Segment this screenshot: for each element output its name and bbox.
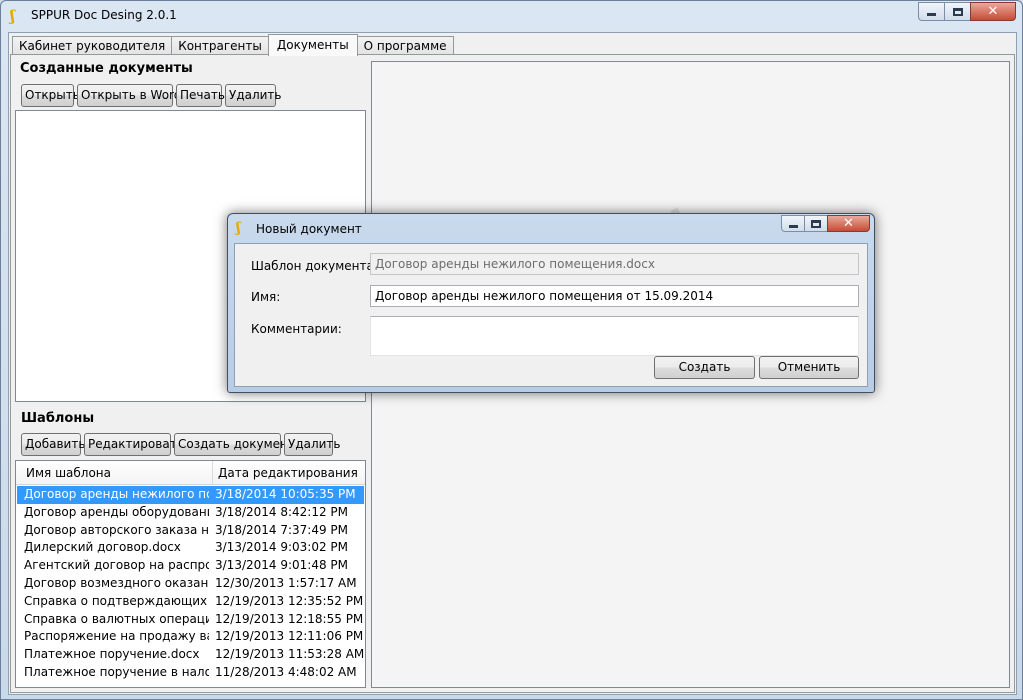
templates-list-header: Имя шаблона Дата редактирования xyxy=(16,461,365,485)
dialog-minimize-button[interactable] xyxy=(781,215,805,232)
open-button[interactable]: Открыть xyxy=(21,84,80,107)
dialog-maximize-button[interactable] xyxy=(804,215,828,232)
create-button[interactable]: Создать xyxy=(654,356,755,379)
table-row[interactable]: Справка о подтверждающих документах.docx… xyxy=(17,593,364,611)
maximize-icon xyxy=(952,7,963,16)
template-label: Шаблон документа: xyxy=(251,259,378,273)
table-row[interactable]: Договор аренды нежилого помещения.docx 3/… xyxy=(17,486,364,504)
table-row[interactable]: Платежное поручение в налоговую.docx 11/2… xyxy=(17,664,364,682)
template-name-cell: Договор аренды оборудования.docx xyxy=(24,504,209,519)
template-date-cell: 12/19/2013 12:18:55 PM xyxy=(215,611,364,626)
open-in-word-button[interactable]: Открыть в Word xyxy=(77,84,181,107)
table-row[interactable]: Договор возмездного оказания услуг.docx 1… xyxy=(17,575,364,593)
template-date-cell: 11/28/2013 4:48:02 AM xyxy=(215,665,357,679)
template-name-cell: Платежное поручение в налоговую.docx xyxy=(24,665,209,679)
window-title: SPPUR Doc Desing 2.0.1 xyxy=(31,8,177,22)
column-header-name[interactable]: Имя шаблона xyxy=(26,466,111,480)
template-field: Договор аренды нежилого помещения.docx xyxy=(370,253,859,275)
window-controls: ✕ xyxy=(918,2,1016,21)
column-separator[interactable] xyxy=(212,461,213,485)
template-date-cell: 12/30/2013 1:57:17 AM xyxy=(215,576,357,590)
create-document-button[interactable]: Создать документ xyxy=(174,433,295,456)
template-name-cell: Договор аренды нежилого помещения.docx xyxy=(24,487,209,501)
close-icon: ✕ xyxy=(843,216,854,231)
table-row[interactable]: Дилерский договор.docx 3/13/2014 9:03:02 … xyxy=(17,539,364,557)
new-document-dialog: ʃ Новый документ ✕ Шаблон документа: Дог… xyxy=(227,213,875,393)
dialog-close-button[interactable]: ✕ xyxy=(827,215,870,232)
template-name-cell: Договор возмездного оказания услуг.docx xyxy=(24,576,209,590)
close-button[interactable]: ✕ xyxy=(970,2,1016,21)
created-documents-title: Созданные документы xyxy=(20,61,193,76)
template-date-cell: 12/19/2013 12:11:06 PM xyxy=(215,629,364,644)
table-row[interactable]: Договор аренды оборудования.docx 3/18/201… xyxy=(17,504,364,522)
minimize-icon xyxy=(927,13,936,16)
maximize-button[interactable] xyxy=(944,2,971,21)
edit-template-button[interactable]: Редактировать xyxy=(84,433,184,456)
tab-manager-cabinet[interactable]: Кабинет руководителя xyxy=(12,36,173,55)
delete-document-button[interactable]: Удалить xyxy=(225,84,282,107)
tab-documents[interactable]: Документы xyxy=(267,34,358,56)
template-date-cell: 3/18/2014 7:37:49 PM xyxy=(215,522,349,537)
template-date-cell: 12/19/2013 12:35:52 PM xyxy=(215,593,364,608)
templates-list[interactable]: Имя шаблона Дата редактирования Договор … xyxy=(15,460,366,688)
dialog-window-controls: ✕ xyxy=(781,215,870,232)
table-row[interactable]: Агентский договор на распространение.doc… xyxy=(17,557,364,575)
close-icon: ✕ xyxy=(987,4,999,19)
tab-strip: Кабинет руководителя Контрагенты Докумен… xyxy=(12,34,454,56)
print-button[interactable]: Печать xyxy=(176,84,225,107)
templates-title: Шаблоны xyxy=(21,411,95,426)
title-bar[interactable]: ʃ SPPUR Doc Desing 2.0.1 ✕ xyxy=(1,1,1022,31)
template-name-cell: Дилерский договор.docx xyxy=(24,540,181,555)
comments-field[interactable] xyxy=(370,316,859,356)
name-label: Имя: xyxy=(251,290,281,304)
app-logo-icon: ʃ xyxy=(236,220,241,236)
template-date-cell: 3/13/2014 9:01:48 PM xyxy=(215,558,349,573)
app-logo-icon: ʃ xyxy=(10,7,15,25)
cancel-button[interactable]: Отменить xyxy=(759,356,859,379)
table-row[interactable]: Распоряжение на продажу валюты.docx 12/19… xyxy=(17,628,364,646)
add-template-button[interactable]: Добавить xyxy=(21,433,85,456)
delete-template-button[interactable]: Удалить xyxy=(284,433,341,456)
template-name-cell: Договор авторского заказа на создание.do… xyxy=(24,522,209,537)
column-header-date[interactable]: Дата редактирования xyxy=(218,466,358,480)
template-name-cell: Агентский договор на распространение.doc… xyxy=(24,558,209,573)
template-name-cell: Платежное поручение.docx xyxy=(24,647,200,662)
minimize-button[interactable] xyxy=(918,2,945,21)
maximize-icon xyxy=(811,219,821,228)
template-name-cell: Распоряжение на продажу валюты.docx xyxy=(24,629,209,644)
template-name-cell: Справка о подтверждающих документах.docx xyxy=(24,593,209,608)
dialog-title: Новый документ xyxy=(256,222,362,236)
template-date-cell: 12/19/2013 11:53:28 AM xyxy=(215,647,365,662)
table-row[interactable]: Платежное поручение.docx 12/19/2013 11:53… xyxy=(17,646,364,664)
template-date-cell: 3/18/2014 8:42:12 PM xyxy=(215,504,349,519)
dialog-client: Шаблон документа: Договор аренды нежилог… xyxy=(234,243,868,387)
table-row[interactable]: Справка о валютных операциях.docx 12/19/2… xyxy=(17,611,364,629)
comments-label: Комментарии: xyxy=(251,322,342,336)
table-row[interactable]: Договор авторского заказа на создание.do… xyxy=(17,522,364,540)
minimize-icon xyxy=(788,225,798,228)
template-name-cell: Справка о валютных операциях.docx xyxy=(24,611,209,626)
tab-about[interactable]: О программе xyxy=(356,36,454,55)
name-field[interactable]: Договор аренды нежилого помещения от 15.… xyxy=(370,285,859,307)
template-date-cell: 3/18/2014 10:05:35 PM xyxy=(215,487,356,501)
template-date-cell: 3/13/2014 9:03:02 PM xyxy=(215,540,349,555)
tab-contractors[interactable]: Контрагенты xyxy=(171,36,269,55)
